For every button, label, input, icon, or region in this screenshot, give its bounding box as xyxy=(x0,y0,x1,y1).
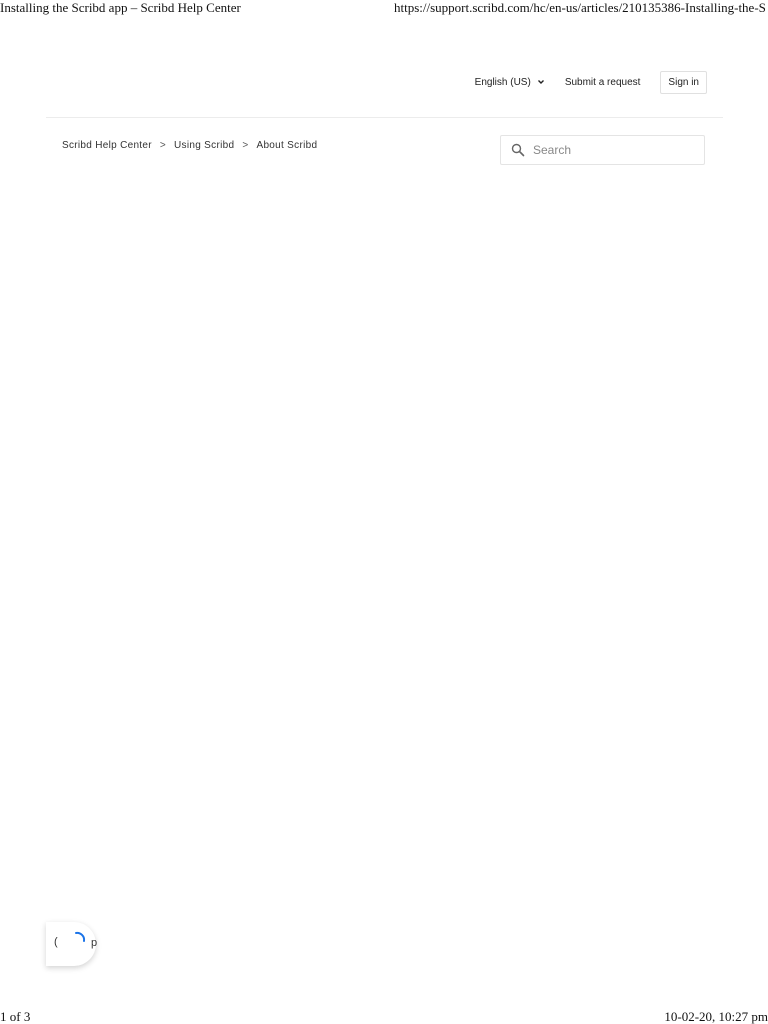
chat-widget-button[interactable]: ( p xyxy=(46,922,98,966)
language-selector[interactable]: English (US) xyxy=(475,77,545,88)
breadcrumb-item-help-center[interactable]: Scribd Help Center xyxy=(62,140,152,151)
print-header-title: Installing the Scribd app – Scribd Help … xyxy=(0,0,241,15)
breadcrumb-separator: > xyxy=(242,140,249,151)
language-label: English (US) xyxy=(474,76,531,88)
chevron-down-icon xyxy=(537,80,544,84)
search-box xyxy=(500,135,705,165)
chat-widget-glyph: p xyxy=(91,937,98,949)
breadcrumb-item-about-scribd[interactable]: About Scribd xyxy=(256,140,317,151)
breadcrumb: Scribd Help Center > Using Scribd > Abou… xyxy=(62,140,317,151)
loading-spinner-icon xyxy=(75,931,86,942)
print-footer-datetime: 10-02-20, 10:27 pm xyxy=(664,1009,768,1024)
search-icon xyxy=(511,143,525,157)
chat-widget-glyph: ( xyxy=(54,936,58,948)
sign-in-button[interactable]: Sign in xyxy=(660,70,707,94)
print-footer-page-number: 1 of 3 xyxy=(0,1009,31,1024)
breadcrumb-item-using-scribd[interactable]: Using Scribd xyxy=(174,140,234,151)
submit-request-link[interactable]: Submit a request xyxy=(565,77,641,88)
search-input[interactable] xyxy=(531,142,695,158)
breadcrumb-separator: > xyxy=(159,140,167,151)
print-header-url: https://support.scribd.com/hc/en-us/arti… xyxy=(394,0,766,15)
header-divider xyxy=(46,117,723,118)
top-nav: English (US) Submit a request Sign in xyxy=(475,70,707,94)
